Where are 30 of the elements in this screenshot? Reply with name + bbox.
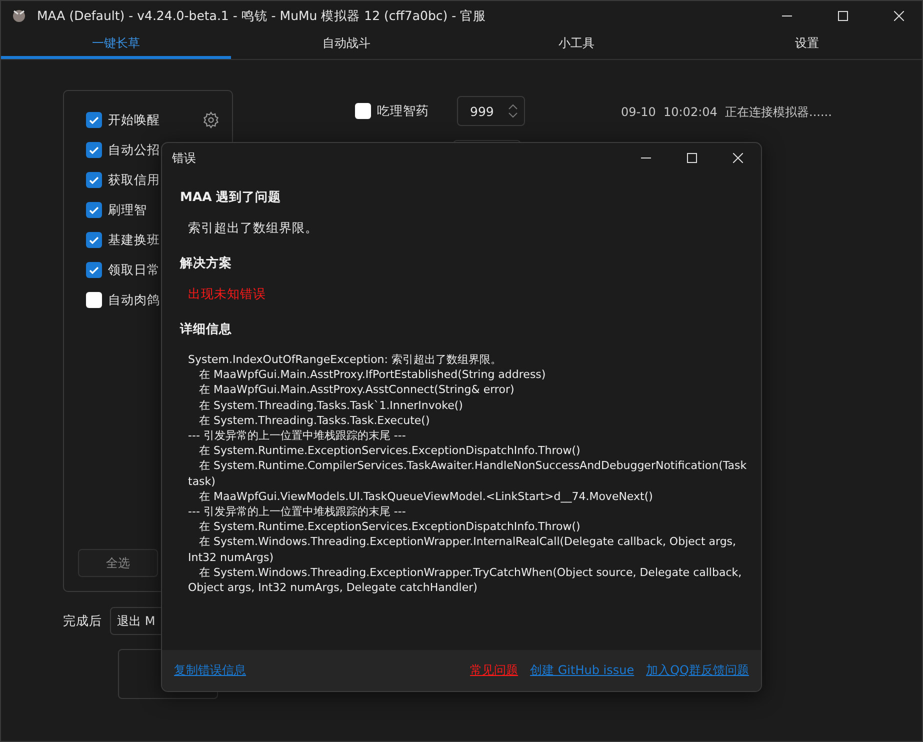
stack-trace-line: 在 MaaWpfGui.ViewModels.UI.TaskQueueViewModel.<LinkStart>d__74.MoveNext()	[198, 488, 654, 504]
stack-trace-line: --- 引发异常的上一位置中堆栈跟踪的末尾 ---	[188, 504, 407, 520]
section-heading: 详细信息	[180, 321, 233, 338]
stack-trace-line: 在 MaaWpfGui.Main.AsstProxy.IfPortEstablished(String address)	[198, 367, 547, 382]
stack-trace-line: 在 System.Runtime.ExceptionServices.ExceptionDispatchInfo.Throw()	[198, 443, 582, 458]
window-title: MAA (Default) - v4.24.0-beta.1 - 鸣铳 - MuMu 模拟器 12 (cff7a0bc) - 官服	[37, 8, 488, 24]
after-finish-label: 完成后	[63, 612, 102, 630]
stack-trace-line: 在 System.Windows.Threading.ExceptionWrapper.InternalRealCall(Delegate callback, Object args, Int32 numArgs)	[188, 534, 738, 565]
stack-trace-line: --- 引发异常的上一位置中堆栈跟踪的末尾 ---	[188, 428, 407, 444]
task-label: 刷理智	[108, 202, 147, 218]
dialog-title: 错误	[172, 150, 197, 166]
error-message: 索引超出了数组界限。	[188, 220, 319, 237]
dialog-heading: MAA 遇到了问题	[180, 189, 282, 206]
stack-trace-line: 在 System.Runtime.ExceptionServices.ExceptionDispatchInfo.Throw()	[198, 519, 582, 534]
log-line: 09-10 10:02:04 正在连接模拟器......	[621, 104, 832, 121]
task-label: 基建换班	[108, 232, 160, 248]
stack-trace-line: System.IndexOutOfRangeException: 索引超出了数组界限。	[188, 352, 502, 368]
stack-trace-line: 在 System.Windows.Threading.ExceptionWrapper.TryCatchWhen(Object source, Delegate callback, Object args, Int32 numArgs, Delegate catchHandler)	[188, 564, 743, 596]
section-heading: 解决方案	[180, 255, 233, 272]
task-label: 领取日常	[108, 262, 160, 278]
stack-trace-line: 在 System.Threading.Tasks.Task.Execute()	[198, 412, 431, 428]
stack-trace-line: 在 MaaWpfGui.Main.AsstProxy.AsstConnect(String& error)	[198, 382, 516, 398]
task-label: 开始唤醒	[108, 112, 160, 128]
task-label: 获取信用	[108, 172, 160, 188]
stack-trace-line: 在 System.Threading.Tasks.Task`1.InnerInvoke()	[198, 398, 464, 413]
task-label: 自动公招	[108, 142, 160, 158]
solution-text: 出现未知错误	[188, 286, 267, 303]
task-label: 自动肉鸽	[108, 292, 160, 308]
stack-trace-line: 在 System.Runtime.CompilerServices.TaskAwaiter.HandleNonSuccessAndDebuggerNotification(Task task)	[188, 458, 747, 489]
medicine-label: 吃理智药	[377, 102, 429, 120]
